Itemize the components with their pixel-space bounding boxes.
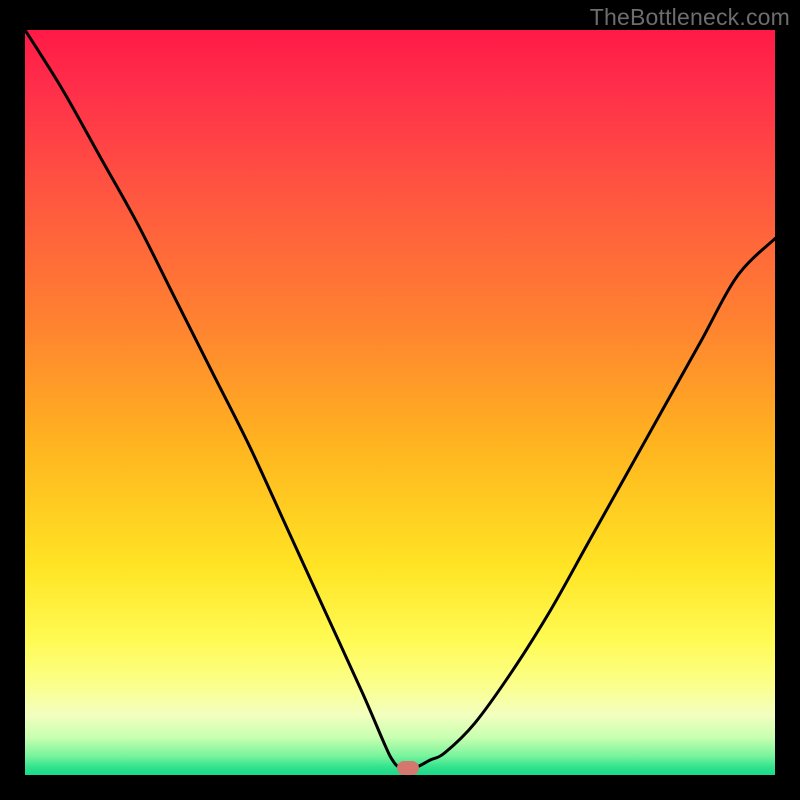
watermark-label: TheBottleneck.com xyxy=(590,4,790,31)
plot-area xyxy=(25,30,775,775)
minimum-marker xyxy=(397,761,419,775)
bottleneck-curve xyxy=(25,30,775,775)
chart-frame: TheBottleneck.com xyxy=(0,0,800,800)
